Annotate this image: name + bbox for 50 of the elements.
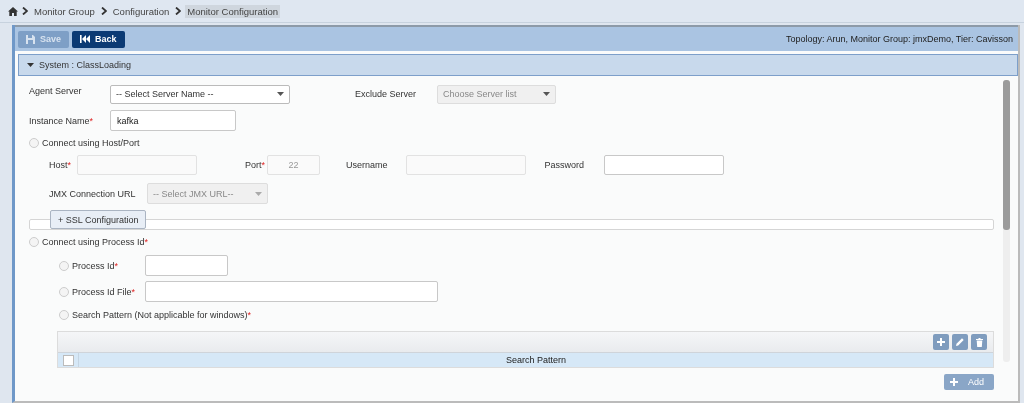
- field-label: Agent Server: [29, 85, 83, 96]
- caret-icon: [255, 191, 262, 196]
- context-text: Topology: Arun, Monitor Group: jmxDemo, Tier: Cavisson: [785, 34, 1014, 44]
- pencil-icon: [956, 338, 964, 346]
- add-row-button[interactable]: [933, 334, 949, 350]
- section-header[interactable]: System : ClassLoading: [18, 54, 1018, 76]
- back-button[interactable]: Back: [72, 30, 125, 48]
- field-label: Instance Name*: [29, 115, 95, 126]
- text-field[interactable]: [145, 281, 438, 302]
- field-label: Password: [544, 160, 585, 170]
- radio-label: Process Id*: [72, 260, 120, 271]
- text-field[interactable]: [604, 155, 725, 175]
- field-label: JMX Connection URL: [49, 188, 137, 199]
- radio-button[interactable]: [29, 138, 39, 148]
- field-label: Host*: [49, 160, 72, 170]
- radio-label: Connect using Process Id*: [42, 237, 149, 247]
- field-label: Port*: [245, 160, 266, 170]
- chevron-icon: [175, 7, 182, 15]
- edit-button[interactable]: [952, 334, 968, 350]
- checkbox[interactable]: [62, 354, 74, 366]
- agent-server-select[interactable]: -- Select Server Name --: [110, 84, 290, 104]
- breadcrumb-link[interactable]: Monitor Configuration: [185, 4, 281, 18]
- caret-icon: [543, 92, 550, 96]
- caret-icon: [277, 92, 284, 96]
- chevron-icon: [100, 7, 107, 15]
- trash-icon: [975, 337, 983, 347]
- section-title: System : ClassLoading: [39, 60, 132, 70]
- chevron-icon: [22, 7, 28, 15]
- column-header: Search Pattern: [504, 354, 567, 367]
- home-icon[interactable]: [8, 6, 18, 16]
- field-label: Exclude Server: [355, 89, 418, 99]
- plus-icon: [937, 338, 945, 346]
- field-label: Username: [346, 160, 388, 170]
- delete-button[interactable]: [971, 334, 987, 350]
- caret-icon: [27, 63, 34, 67]
- radio-label: Connect using Host/Port: [42, 138, 140, 148]
- radio-label: Search Pattern (Not applicable for windows)*: [72, 310, 252, 320]
- breadcrumb-link[interactable]: Monitor Group: [32, 4, 97, 18]
- breadcrumb-link[interactable]: Configuration: [110, 4, 172, 18]
- ssl-configuration-button[interactable]: + SSL Configuration: [50, 210, 147, 229]
- plus-icon: [950, 378, 958, 386]
- rewind-icon: [80, 35, 91, 43]
- radio-button[interactable]: [59, 260, 69, 271]
- instance-name-field[interactable]: kafka: [110, 110, 236, 131]
- radio-button[interactable]: [59, 286, 69, 297]
- radio-button[interactable]: [59, 310, 69, 320]
- radio-button[interactable]: [29, 237, 39, 247]
- radio-label: Process Id File*: [72, 286, 137, 297]
- text-field[interactable]: [145, 255, 228, 276]
- scrollbar[interactable]: [1003, 80, 1010, 362]
